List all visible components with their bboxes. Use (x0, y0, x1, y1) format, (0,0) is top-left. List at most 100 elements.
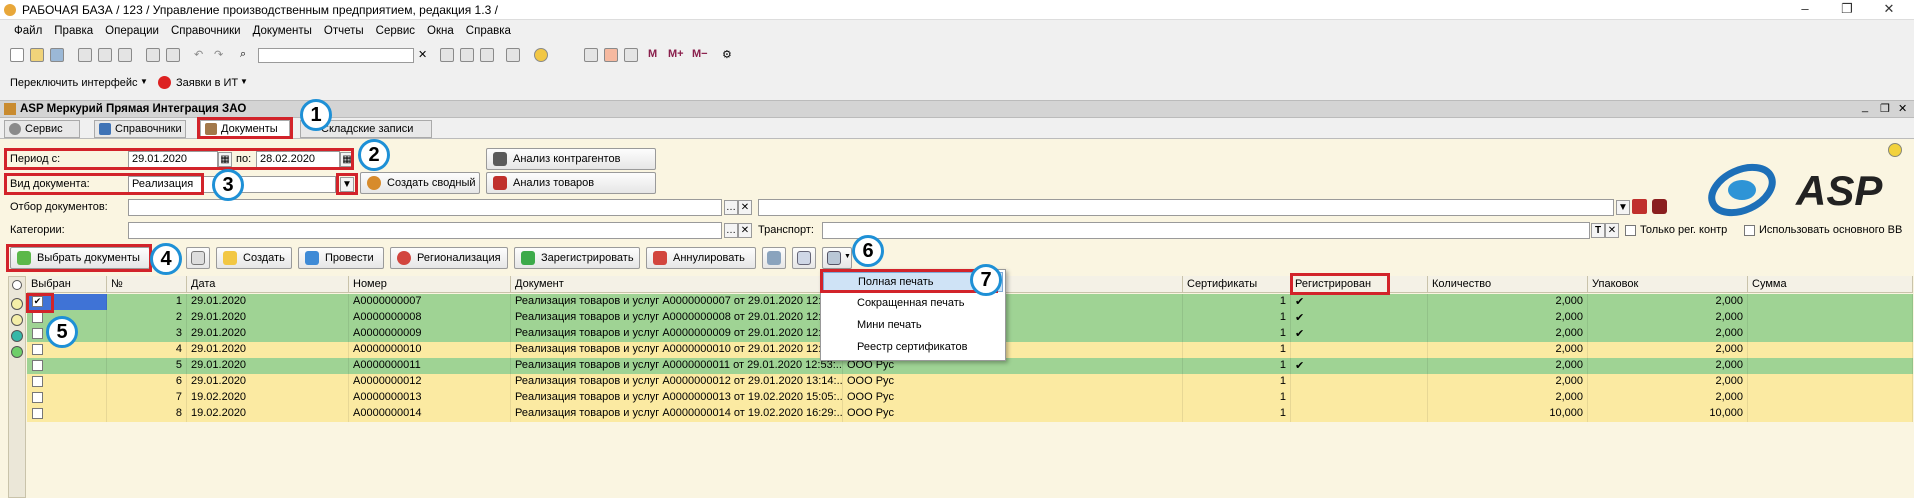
copy-button[interactable] (186, 247, 210, 269)
text-t-icon[interactable]: T (1591, 223, 1605, 238)
minimize-button[interactable]: – (1784, 0, 1826, 20)
content-panel: Период с: 29.01.2020 ▦ по: 28.02.2020 ▦ … (0, 99, 1914, 498)
secondary-toolbar: Переключить интерфейс ▼ Заявки в ИТ ▼ (0, 73, 1914, 97)
close-button[interactable]: ✕ (1868, 0, 1910, 20)
regionalization-button[interactable]: Регионализация (390, 247, 508, 269)
row-checkbox[interactable] (32, 392, 43, 403)
highlight-box-select-docs (6, 244, 152, 272)
table-row[interactable]: 6 29.01.2020 А0000000012 Реализация товаров… (27, 374, 1913, 390)
doc-close-button[interactable]: ✕ (1898, 102, 1907, 115)
menu-help[interactable]: Справка (460, 22, 517, 40)
col-header-selected[interactable]: Выбран (27, 276, 107, 293)
windows-icon[interactable] (506, 48, 520, 62)
row-checkbox[interactable] (32, 360, 43, 371)
col-header-number[interactable]: № (107, 276, 187, 293)
save-icon[interactable] (1632, 199, 1647, 214)
dropdown-arrow-icon[interactable]: ▼ (140, 77, 148, 86)
row-checkbox[interactable] (32, 344, 43, 355)
search-input[interactable] (258, 48, 414, 63)
col-header-sum[interactable]: Сумма (1748, 276, 1913, 293)
menu-windows[interactable]: Окна (421, 22, 460, 40)
doc-filter-input[interactable] (128, 199, 722, 216)
memory-mminus-icon[interactable]: M− (692, 48, 708, 60)
col-header-certificates[interactable]: Сертификаты (1183, 276, 1291, 293)
row-checkbox[interactable] (32, 328, 43, 339)
redo-icon[interactable]: ↷ (214, 48, 228, 62)
save-icon[interactable] (50, 48, 64, 62)
transport-input[interactable] (822, 222, 1590, 239)
calculator-icon[interactable] (584, 48, 598, 62)
trash-button[interactable] (762, 247, 786, 269)
menu-item-cert-registry[interactable]: Реестр сертификатов (823, 338, 1003, 358)
row-checkbox[interactable] (32, 408, 43, 419)
eraser-button[interactable] (792, 247, 816, 269)
clear-icon[interactable]: ✕ (738, 200, 752, 215)
table-row[interactable]: 7 19.02.2020 А0000000013 Реализация товаров… (27, 390, 1913, 406)
menu-references[interactable]: Справочники (165, 22, 247, 40)
calendar-icon[interactable] (604, 48, 618, 62)
preview-icon[interactable] (166, 48, 180, 62)
tools-icon[interactable]: ⚙ (722, 48, 736, 62)
col-header-date[interactable]: Дата (187, 276, 349, 293)
paste-icon[interactable] (118, 48, 132, 62)
find-prev-icon[interactable] (460, 48, 474, 62)
row-checkbox[interactable] (32, 312, 43, 323)
doc-restore-button[interactable]: ❐ (1880, 102, 1890, 115)
menu-service[interactable]: Сервис (370, 22, 421, 40)
create-button[interactable]: Создать (216, 247, 292, 269)
right-filter-input[interactable] (758, 199, 1614, 216)
cancel-button[interactable]: Аннулировать (646, 247, 756, 269)
clear-icon[interactable]: ✕ (738, 223, 752, 238)
only-reg-checkbox[interactable] (1625, 225, 1636, 236)
cut-icon[interactable] (78, 48, 92, 62)
menu-documents[interactable]: Документы (247, 22, 318, 40)
table-row[interactable]: 8 19.02.2020 А0000000014 Реализация товаров… (27, 406, 1913, 422)
clear-search-icon[interactable]: ✕ (418, 48, 432, 62)
search-icon[interactable]: ⌕ (240, 48, 254, 62)
print-button[interactable]: ▼ (822, 247, 852, 269)
col-header-doc-number[interactable]: Номер (349, 276, 511, 293)
post-button[interactable]: Провести (298, 247, 384, 269)
dropdown-arrow-icon[interactable]: ▼ (1616, 200, 1630, 215)
find-next-icon[interactable] (440, 48, 454, 62)
undo-icon[interactable]: ↶ (194, 48, 208, 62)
ellipsis-icon[interactable]: … (724, 223, 738, 238)
menu-edit[interactable]: Правка (48, 22, 99, 40)
analyze-contractors-button[interactable]: Анализ контрагентов (486, 148, 656, 170)
tab-service[interactable]: Сервис (4, 120, 80, 138)
it-requests-button[interactable]: Заявки в ИТ (176, 77, 238, 89)
info-icon[interactable] (534, 48, 548, 62)
help-icon[interactable] (1888, 143, 1902, 157)
switch-interface-button[interactable]: Переключить интерфейс (10, 77, 138, 89)
open-folder-icon[interactable] (30, 48, 44, 62)
row-checkbox[interactable] (32, 376, 43, 387)
table-icon[interactable] (624, 48, 638, 62)
doc-minimize-button[interactable]: _ (1862, 101, 1868, 113)
use-main-vv-checkbox[interactable] (1744, 225, 1755, 236)
restore-button[interactable]: ❐ (1826, 0, 1868, 20)
register-button[interactable]: Зарегистрировать (514, 247, 640, 269)
clear-icon[interactable]: ✕ (1605, 223, 1619, 238)
col-header-quantity[interactable]: Количество (1428, 276, 1588, 293)
menu-item-mini-print[interactable]: Мини печать (823, 316, 1003, 336)
menu-operations[interactable]: Операции (99, 22, 165, 40)
tab-references[interactable]: Справочники (94, 120, 186, 138)
col-header-packages[interactable]: Упаковок (1588, 276, 1748, 293)
menu-file[interactable]: Файл (8, 22, 48, 40)
create-summary-button[interactable]: Создать сводный (360, 172, 480, 194)
delete-icon[interactable] (1652, 199, 1667, 214)
analyze-goods-button[interactable]: Анализ товаров (486, 172, 656, 194)
copy-icon[interactable] (98, 48, 112, 62)
print-icon[interactable] (146, 48, 160, 62)
memory-mplus-icon[interactable]: M+ (668, 48, 684, 60)
memory-m-icon[interactable]: M (648, 48, 657, 60)
settings-dot-icon[interactable] (12, 280, 22, 290)
refresh-icon[interactable] (480, 48, 494, 62)
menu-reports[interactable]: Отчеты (318, 22, 370, 40)
categories-input[interactable] (128, 222, 722, 239)
dropdown-arrow-icon[interactable]: ▼ (240, 77, 248, 86)
new-doc-icon[interactable] (10, 48, 24, 62)
menu-item-short-print[interactable]: Сокращенная печать (823, 294, 1003, 314)
ellipsis-icon[interactable]: … (724, 200, 738, 215)
main-toolbar: ↶ ↷ ⌕ ✕ M M+ M− ⚙ (0, 43, 1914, 67)
